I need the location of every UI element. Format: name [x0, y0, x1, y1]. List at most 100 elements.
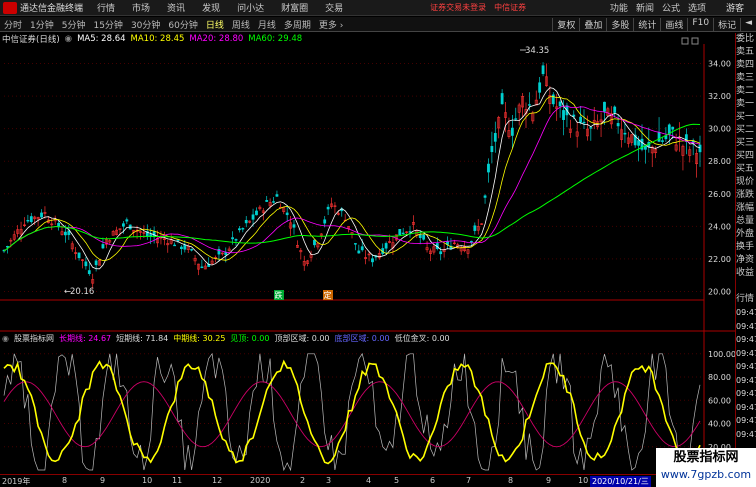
period-tab-more[interactable]: 更多 › [315, 18, 347, 31]
candle-body [398, 229, 402, 236]
quote-label: 卖三 [736, 73, 755, 83]
ma-legend: 中信证券(日线) ◉ MA5: 28.64 MA10: 28.45 MA20: … [2, 33, 302, 45]
candle-body [285, 212, 289, 216]
low-price-label: 20.16 [70, 287, 94, 297]
period-tab-weekly[interactable]: 周线 [228, 18, 254, 31]
candle-body [510, 127, 514, 136]
quote-label: 卖五 [736, 47, 755, 57]
indicator-settings-icon[interactable]: ◉ [2, 334, 9, 343]
tool-stats[interactable]: 统计 [633, 17, 660, 31]
candle-body [241, 228, 245, 230]
menu-trade[interactable]: 交易 [325, 1, 343, 14]
price-tick-label: 28.00 [708, 157, 731, 166]
period-tab-15min[interactable]: 15分钟 [89, 18, 126, 31]
watermark-badge: 股票指标网 www.7gpzb.com [656, 448, 756, 487]
candle-body [579, 116, 582, 123]
menu-discover[interactable]: 发现 [202, 1, 220, 14]
trade-time: 09:47 [736, 308, 756, 317]
tool-overlay[interactable]: 叠加 [579, 17, 606, 31]
menu-wealth[interactable]: 财富圈 [281, 1, 308, 14]
quote-label: 卖一 [736, 99, 755, 109]
period-tab-monthly[interactable]: 月线 [254, 18, 280, 31]
indicator-tick-label: 40.00 [708, 420, 731, 429]
menu-function[interactable]: 功能 [610, 1, 628, 14]
broker-name[interactable]: 中信证券 [494, 2, 526, 13]
candle-body [323, 219, 327, 224]
quote-label: 涨幅 [736, 203, 755, 213]
candle-body [603, 101, 606, 112]
period-tab-multi[interactable]: 多周期 [280, 18, 315, 31]
indicator-chart[interactable]: 100.0080.0060.0040.0020.00 [0, 332, 735, 474]
period-tab-5min[interactable]: 5分钟 [58, 18, 90, 31]
candle-body [272, 201, 275, 203]
indicator-tick-label: 60.00 [708, 396, 731, 405]
menu-markets[interactable]: 市场 [132, 1, 150, 14]
tool-f10[interactable]: F10 [687, 17, 713, 31]
quote-label: 总量 [736, 216, 755, 226]
period-toolbar: 分时 1分钟 5分钟 15分钟 30分钟 60分钟 日线 周线 月线 多周期 更… [0, 17, 756, 32]
candle-body [483, 195, 487, 198]
period-tab-60min[interactable]: 60分钟 [164, 18, 201, 31]
candle-body [558, 101, 562, 107]
signal-fix-label: 定 [324, 290, 332, 300]
quote-tab-market[interactable]: 行情 [736, 293, 756, 306]
menu-news[interactable]: 资讯 [167, 1, 185, 14]
candle-body [439, 251, 443, 255]
menu-options[interactable]: 选项 [688, 1, 706, 14]
trade-time: 09:47 [736, 362, 756, 371]
candle-body [538, 82, 542, 93]
date-tick: 4 [366, 476, 372, 485]
candle-body [67, 230, 71, 236]
date-tick: 5 [394, 476, 400, 485]
login-alert[interactable]: 证券交易未登录 [430, 2, 486, 13]
date-tick: 9 [546, 476, 552, 485]
legend-settings-icon[interactable]: ◉ [65, 34, 72, 44]
period-tab-30min[interactable]: 30分钟 [127, 18, 164, 31]
candle-body [470, 240, 473, 243]
candle-body [84, 261, 88, 267]
legend-ma5: MA5: 28.64 [77, 34, 126, 44]
candle-body [589, 127, 593, 129]
tool-multi-stock[interactable]: 多股 [606, 17, 633, 31]
candle-body [251, 214, 255, 220]
date-tick: 8 [62, 476, 68, 485]
candle-body [616, 123, 620, 127]
date-tick: 3 [326, 476, 332, 485]
candle-body [101, 244, 105, 249]
menu-market[interactable]: 行情 [97, 1, 115, 14]
price-tick-label: 20.00 [708, 287, 731, 296]
menu-right: 功能 新闻 公式 选项 游客 [610, 1, 756, 14]
period-tab-1min[interactable]: 1分钟 [26, 18, 58, 31]
date-tick: 6 [430, 476, 436, 485]
date-tick: 10 [578, 476, 589, 485]
candle-body [422, 234, 426, 240]
menu-news-right[interactable]: 新闻 [636, 1, 654, 14]
tool-adjust[interactable]: 复权 [552, 17, 579, 31]
guest-user[interactable]: 游客 [726, 1, 744, 14]
period-tab-daily[interactable]: 日线 [202, 18, 228, 31]
candle-body [40, 212, 43, 218]
candle-body [234, 239, 238, 241]
candle-body [500, 93, 504, 105]
date-tick: 2020 [250, 476, 271, 485]
date-axis: 2019年 8 9 10 11 12 2020 2 3 4 5 6 7 8 9 … [0, 474, 700, 487]
indicator-tick-label: 100.00 [708, 350, 735, 359]
date-tick: 11 [172, 476, 183, 485]
tool-draw[interactable]: 画线 [660, 17, 687, 31]
kline-chart[interactable]: 34.00 32.00 30.00 28.00 26.00 24.00 22.00 20.00… [0, 32, 735, 332]
quote-label [736, 280, 756, 293]
menu-formula[interactable]: 公式 [662, 1, 680, 14]
legend-stock-name[interactable]: 中信证券(日线) [2, 33, 60, 45]
candle-body [255, 210, 258, 216]
candle-body [541, 65, 545, 75]
collapse-arrow-icon[interactable]: ◄ [740, 17, 756, 31]
quote-panel: 委比 卖五 卖四 卖三 卖二 卖一 买一 买二 买三 买四 买五 现价 涨跌 涨… [735, 33, 756, 487]
indicator-mid: 中期线: 30.25 [173, 334, 226, 343]
candle-body [354, 243, 357, 245]
candle-body [173, 244, 176, 247]
indicator-name[interactable]: 股票指标网 [14, 333, 54, 344]
period-tab-intraday[interactable]: 分时 [0, 18, 26, 31]
menu-ask[interactable]: 问小达 [237, 1, 264, 14]
candle-body [487, 163, 490, 173]
tool-mark[interactable]: 标记 [713, 17, 740, 31]
